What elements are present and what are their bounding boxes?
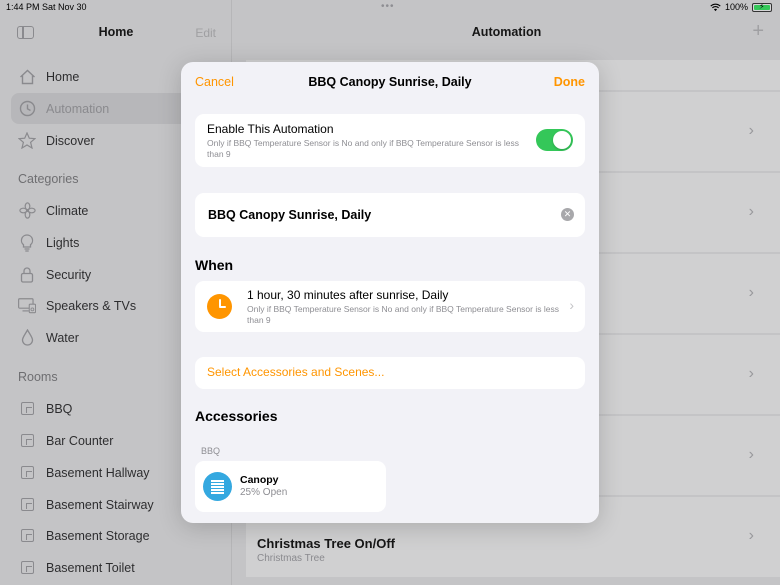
enable-automation-toggle[interactable] xyxy=(536,129,573,151)
battery-icon: ⚡ xyxy=(752,2,772,12)
enable-automation-label: Enable This Automation xyxy=(207,122,334,136)
enable-automation-row: Enable This Automation Only if BBQ Tempe… xyxy=(195,114,585,167)
accessories-section-header: Accessories xyxy=(195,408,278,424)
accessory-status: 25% Open xyxy=(240,487,288,498)
clock-icon xyxy=(207,294,232,319)
when-trigger-row[interactable]: 1 hour, 30 minutes after sunrise, Daily … xyxy=(195,281,585,332)
accessory-tile-canopy[interactable]: Canopy 25% Open xyxy=(195,461,386,512)
enable-automation-conditions: Only if BBQ Temperature Sensor is No and… xyxy=(207,138,519,159)
sheet-title: BBQ Canopy Sunrise, Daily xyxy=(308,75,472,89)
when-section-header: When xyxy=(195,257,234,273)
automation-name-value[interactable]: BBQ Canopy Sunrise, Daily xyxy=(208,208,371,222)
status-date: Sat Nov 30 xyxy=(42,2,87,12)
automation-edit-sheet: BBQ Canopy Sunrise, Daily Cancel Done En… xyxy=(181,62,599,523)
status-time: 1:44 PM xyxy=(6,2,40,12)
select-accessories-row[interactable]: Select Accessories and Scenes... xyxy=(195,357,585,389)
when-trigger-conditions: Only if BBQ Temperature Sensor is No and… xyxy=(247,304,559,325)
status-bar: 1:44 PM Sat Nov 30 ••• 100% ⚡ xyxy=(0,0,780,14)
accessory-room-label: BBQ xyxy=(201,446,221,456)
wifi-icon xyxy=(710,3,721,11)
cancel-button[interactable]: Cancel xyxy=(195,75,234,89)
clear-text-icon[interactable]: ✕ xyxy=(561,208,574,221)
when-trigger-title: 1 hour, 30 minutes after sunrise, Daily xyxy=(247,288,449,302)
accessory-name: Canopy xyxy=(240,474,279,486)
select-accessories-link[interactable]: Select Accessories and Scenes... xyxy=(207,365,384,379)
battery-percent: 100% xyxy=(724,2,748,12)
automation-name-field[interactable]: BBQ Canopy Sunrise, Daily ✕ xyxy=(195,193,585,237)
done-button[interactable]: Done xyxy=(554,75,585,89)
chevron-right-icon: › xyxy=(569,297,574,313)
window-covering-icon xyxy=(203,472,232,501)
multitasking-dots-icon[interactable]: ••• xyxy=(381,1,395,12)
